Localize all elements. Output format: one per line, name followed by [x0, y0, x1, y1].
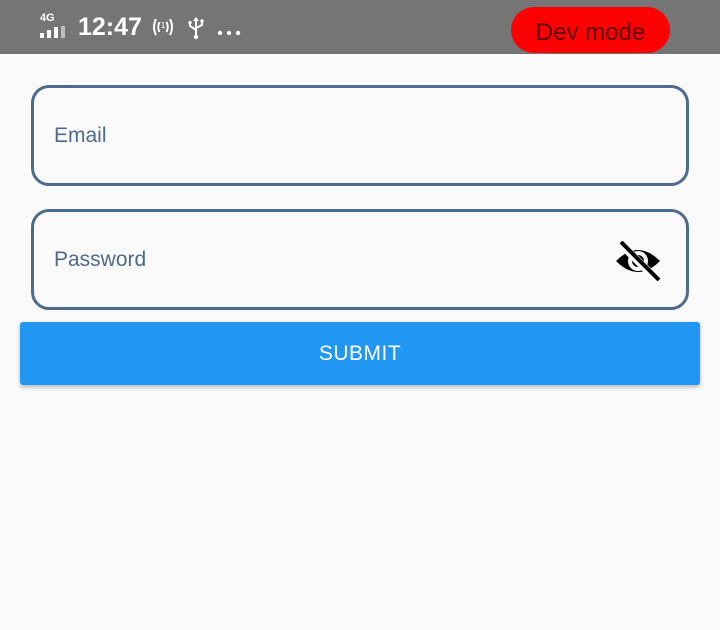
- more-icon: [217, 23, 243, 41]
- password-input[interactable]: [54, 212, 614, 307]
- svg-text:1: 1: [160, 21, 165, 30]
- email-field[interactable]: [31, 85, 689, 186]
- usb-icon: [186, 16, 206, 45]
- hotspot-icon: 1: [151, 16, 175, 43]
- status-bar: 4G 12:47 1 Dev mode: [0, 0, 720, 54]
- signal-icon: 4G: [40, 12, 70, 38]
- password-field[interactable]: [31, 209, 689, 310]
- status-time: 12:47: [78, 13, 142, 41]
- email-input[interactable]: [54, 88, 614, 183]
- dev-mode-badge: Dev mode: [511, 7, 670, 53]
- eye-off-icon[interactable]: [614, 239, 662, 283]
- submit-button[interactable]: SUBMIT: [20, 322, 700, 385]
- network-type: 4G: [40, 12, 55, 24]
- dev-mode-label: Dev mode: [535, 19, 646, 46]
